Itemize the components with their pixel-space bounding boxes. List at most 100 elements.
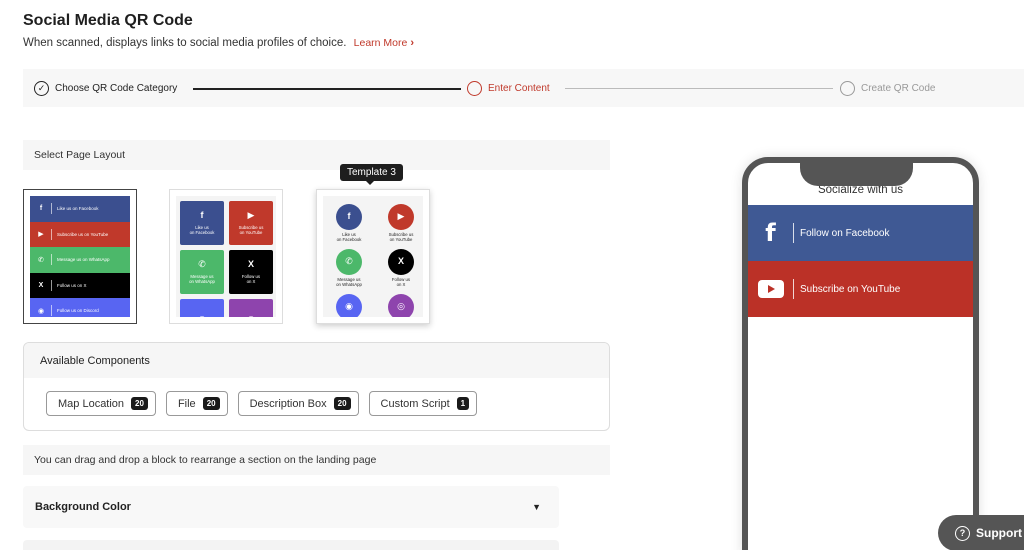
template-1-row: ✆ Message us on WhatsApp xyxy=(30,247,130,273)
template-3-preview: f Like us on Facebook ▶ Subscribe us on YouTu… xyxy=(323,196,423,317)
step-circle-icon xyxy=(467,80,482,96)
page-subtitle: When scanned, displays links to social m… xyxy=(23,37,414,49)
tile-label: on WhatsApp xyxy=(189,279,215,285)
item-label: on YouTube xyxy=(389,237,413,243)
tile-label: on Facebook xyxy=(189,230,215,236)
phone-preview: Socialize with us f Follow on Facebook S… xyxy=(742,157,979,550)
question-circle-icon: ? xyxy=(955,525,970,541)
preview-button-label: Subscribe on YouTube xyxy=(800,283,901,295)
background-color-accordion[interactable]: Background Color ▼ xyxy=(23,486,559,528)
chip-label: Map Location xyxy=(58,397,125,410)
preview-button-label: Follow on Facebook xyxy=(800,227,890,239)
caret-down-icon: ▼ xyxy=(532,502,541,512)
row-label: Message us on WhatsApp xyxy=(57,257,110,263)
template-1-row: ◉ Follow us on Discord xyxy=(30,298,130,317)
row-label: Like us on Facebook xyxy=(57,206,99,212)
page-title: Social Media QR Code xyxy=(23,12,193,29)
step-circle-icon xyxy=(840,80,855,96)
template-3[interactable]: f Like us on Facebook ▶ Subscribe us on YouTu… xyxy=(316,189,430,324)
stepper: ✓ Choose QR Code Category Enter Content … xyxy=(23,69,1024,107)
subtitle-text: When scanned, displays links to social m… xyxy=(23,37,347,49)
preview-youtube-button[interactable]: Subscribe on YouTube xyxy=(748,261,973,317)
chip-count-badge: 20 xyxy=(333,397,351,410)
divider xyxy=(51,305,52,317)
component-custom-script[interactable]: Custom Script 1 xyxy=(368,391,478,416)
template-2-tile: X Follow us on X xyxy=(229,250,273,294)
step-label: Choose QR Code Category xyxy=(55,82,178,94)
template-2-grid: f Like us on Facebook ▶ Subscribe us on YouTu… xyxy=(176,196,276,317)
template-2-tile: ✆ Message us on WhatsApp xyxy=(180,250,224,294)
template-tooltip: Template 3 xyxy=(340,164,403,185)
learn-more-label: Learn More xyxy=(353,37,408,49)
social-icon: X xyxy=(388,249,414,275)
social-icon: f xyxy=(39,205,43,213)
template-1-row: f Like us on Facebook xyxy=(30,196,130,222)
chip-label: Custom Script xyxy=(380,397,450,410)
social-icon: X xyxy=(38,281,44,289)
youtube-icon xyxy=(748,280,793,298)
select-layout-header: Select Page Layout xyxy=(23,140,610,170)
social-icon: ✆ xyxy=(198,259,206,270)
chip-count-badge: 1 xyxy=(456,397,470,410)
social-icon: ◉ xyxy=(336,294,362,317)
row-label: Follow us on X xyxy=(57,282,87,288)
template-1-preview: f Like us on Facebook ▶ Subscribe us on You… xyxy=(30,196,130,317)
template-2-tile: ◉ xyxy=(180,299,224,317)
template-1[interactable]: f Like us on Facebook ▶ Subscribe us on You… xyxy=(23,189,137,324)
social-icon: ◎ xyxy=(247,314,255,317)
chip-label: File xyxy=(177,397,196,410)
divider xyxy=(793,279,794,299)
support-label: Support xyxy=(976,526,1022,540)
template-3-item: f Like us on Facebook xyxy=(336,204,362,246)
step-connector xyxy=(193,88,461,90)
step-enter-content[interactable]: Enter Content xyxy=(467,69,550,107)
next-accordion-panel[interactable] xyxy=(23,540,559,550)
component-file[interactable]: File 20 xyxy=(165,391,228,416)
item-label: on WhatsApp xyxy=(336,282,362,288)
tile-label: on YouTube xyxy=(239,230,263,236)
template-2-tile: ◎ xyxy=(229,299,273,317)
divider xyxy=(51,279,52,291)
social-icon: ▶ xyxy=(388,204,414,230)
chip-count-badge: 20 xyxy=(202,397,220,410)
social-icon: ◉ xyxy=(198,314,206,317)
template-3-item: ▶ Subscribe us on YouTube xyxy=(388,204,414,246)
background-color-label: Background Color xyxy=(35,501,131,513)
template-3-grid: f Like us on Facebook ▶ Subscribe us on YouTu… xyxy=(323,196,423,317)
step-create-qr[interactable]: Create QR Code xyxy=(840,69,935,107)
social-icon: ✆ xyxy=(38,256,44,264)
social-icon: ▶ xyxy=(38,231,44,239)
social-icon: ✆ xyxy=(336,249,362,275)
item-label: on X xyxy=(396,282,406,288)
social-icon: ◉ xyxy=(37,307,45,315)
divider xyxy=(793,223,794,243)
template-3-item: ✆ Message us on WhatsApp xyxy=(336,249,362,291)
step-label: Create QR Code xyxy=(861,82,936,94)
social-icon: f xyxy=(200,210,204,221)
step-choose-category[interactable]: ✓ Choose QR Code Category xyxy=(34,69,177,107)
template-2-tile: f Like us on Facebook xyxy=(180,201,224,245)
template-2-preview: f Like us on Facebook ▶ Subscribe us on YouTu… xyxy=(176,196,276,317)
social-icon: ▶ xyxy=(247,210,255,221)
facebook-icon: f xyxy=(765,219,776,247)
template-1-row: ▶ Subscribe us on YouTube xyxy=(30,221,130,247)
phone-notch xyxy=(800,163,913,186)
component-description-box[interactable]: Description Box 20 xyxy=(237,391,359,416)
social-icon: X xyxy=(247,259,254,270)
support-button[interactable]: ? Support xyxy=(938,515,1024,550)
check-icon: ✓ xyxy=(34,80,49,96)
drag-drop-hint: You can drag and drop a block to rearran… xyxy=(23,445,610,475)
row-label: Follow us on Discord xyxy=(57,308,99,314)
divider xyxy=(51,254,52,266)
template-3-item: ◎ xyxy=(388,294,414,317)
learn-more-link[interactable]: Learn More › xyxy=(354,37,414,49)
tile-label: on X xyxy=(246,279,256,285)
preview-facebook-button[interactable]: f Follow on Facebook xyxy=(748,205,973,261)
social-icon: f xyxy=(336,204,362,230)
step-connector xyxy=(565,88,833,89)
component-map-location[interactable]: Map Location 20 xyxy=(46,391,156,416)
social-icon: ◎ xyxy=(388,294,414,317)
template-3-item: ◉ xyxy=(336,294,362,317)
template-2[interactable]: f Like us on Facebook ▶ Subscribe us on YouTu… xyxy=(169,189,283,324)
divider xyxy=(51,203,52,215)
